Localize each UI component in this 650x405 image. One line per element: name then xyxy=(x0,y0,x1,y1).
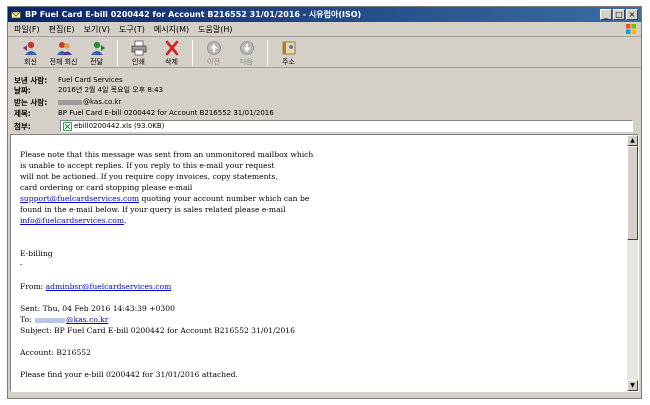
reply-all-icon xyxy=(56,42,72,55)
previous-button[interactable]: 이전 xyxy=(197,38,230,67)
to-line: To: @kas.co.kr xyxy=(20,315,109,324)
forward-icon xyxy=(90,41,105,55)
sent-line: Sent: Thu, 04 Feb 2016 14:43:39 +0300 xyxy=(20,304,175,313)
menu-view[interactable]: 보기(V) xyxy=(84,24,110,35)
arrow-down-icon xyxy=(239,41,254,55)
subject-line: Subject: BP Fuel Card E-bill 0200442 for… xyxy=(20,326,295,335)
address-book-icon xyxy=(282,41,295,55)
close-button[interactable]: × xyxy=(626,9,638,20)
maximize-button[interactable]: □ xyxy=(613,9,625,20)
from-row: 보낸 사람: Fuel Card Services xyxy=(14,75,123,85)
delete-x-icon xyxy=(165,40,178,56)
body-line: info@fuelcardservices.com. xyxy=(20,216,127,225)
mail-window: BP Fuel Card E-bill 0200442 for Account … xyxy=(7,6,642,399)
support-email-link[interactable]: support@fuelcardservices.com xyxy=(20,194,139,203)
info-email-link[interactable]: info@fuelcardservices.com xyxy=(20,216,124,225)
attachment-row: 첨부: xyxy=(14,121,58,131)
redacted-address xyxy=(35,317,66,323)
message-header: 보낸 사람: Fuel Card Services 날짜: 2016년 2월 4… xyxy=(8,69,641,132)
ebilling-heading: E-billing xyxy=(20,249,53,258)
attachment-label: 첨부: xyxy=(14,121,31,131)
redacted-recipient xyxy=(58,99,82,105)
message-body-pane[interactable]: Please note that this message was sent f… xyxy=(10,134,639,392)
body-line: found in the e-mail below. If your query… xyxy=(20,205,286,214)
windows-logo-icon xyxy=(626,24,636,34)
next-button[interactable]: 다음 xyxy=(230,38,263,67)
menu-edit[interactable]: 편집(E) xyxy=(49,24,75,35)
body-line: card ordering or card stopping please e-… xyxy=(20,183,193,192)
forward-from-line: From: adminbsr@fuelcardservices.com xyxy=(20,282,172,291)
recipient-email-link[interactable]: @kas.co.kr xyxy=(66,315,108,324)
dash-line: - xyxy=(20,260,23,269)
subject-value: BP Fuel Card E-bill 0200442 for Account … xyxy=(58,109,274,117)
scroll-thumb[interactable] xyxy=(627,146,638,240)
toolbar-separator xyxy=(267,40,268,66)
arrow-up-icon xyxy=(206,41,221,55)
print-button[interactable]: 인쇄 xyxy=(122,38,155,67)
account-line: Account: B216552 xyxy=(20,348,91,357)
date-row: 날짜: 2016년 2월 4일 목요일 오후 8:43 xyxy=(14,85,163,95)
subject-label: 제목: xyxy=(14,108,31,118)
title-bar[interactable]: BP Fuel Card E-bill 0200442 for Account … xyxy=(8,7,641,22)
admin-email-link[interactable]: adminbsr@fuelcardservices.com xyxy=(46,282,172,291)
printer-icon xyxy=(131,40,146,56)
find-line: Please find your e-bill 0200442 for 31/0… xyxy=(20,370,238,379)
window-controls: _ □ × xyxy=(600,9,638,20)
menu-file[interactable]: 파일(F) xyxy=(14,24,40,35)
toolbar-separator xyxy=(192,40,193,66)
menu-bar: 파일(F) 편집(E) 보기(V) 도구(T) 메시지(M) 도움말(H) xyxy=(8,23,641,37)
delete-button[interactable]: 삭제 xyxy=(155,38,188,67)
toolbar-separator xyxy=(117,40,118,66)
menu-message[interactable]: 메시지(M) xyxy=(154,24,189,35)
window-title: BP Fuel Card E-bill 0200442 for Account … xyxy=(25,10,362,19)
to-value[interactable]: @kas.co.kr xyxy=(83,98,121,106)
to-row: 받는 사람: @kas.co.kr xyxy=(14,97,121,107)
excel-file-icon xyxy=(63,121,72,131)
reply-icon xyxy=(22,41,37,55)
attachment-field[interactable]: ebill0200442.xls (93.0KB) xyxy=(60,120,633,132)
to-label: 받는 사람: xyxy=(14,97,48,107)
addresses-button[interactable]: 주소 xyxy=(272,38,305,67)
envelope-icon xyxy=(11,11,21,18)
body-line: will not be actioned. If you require cop… xyxy=(20,172,278,181)
subject-row: 제목: BP Fuel Card E-bill 0200442 for Acco… xyxy=(14,108,274,118)
reply-button[interactable]: 회신 xyxy=(14,38,47,67)
date-value: 2016년 2월 4일 목요일 오후 8:43 xyxy=(58,86,164,94)
from-value[interactable]: Fuel Card Services xyxy=(58,76,123,84)
minimize-button[interactable]: _ xyxy=(600,9,612,20)
body-line: Please note that this message was sent f… xyxy=(20,150,314,159)
menu-tools[interactable]: 도구(T) xyxy=(119,24,145,35)
vertical-scrollbar[interactable]: ▲ ▼ xyxy=(627,135,638,391)
scroll-down-button[interactable]: ▼ xyxy=(627,380,638,391)
body-line: is unable to accept replies. If you repl… xyxy=(20,161,275,170)
message-body: Please note that this message was sent f… xyxy=(20,149,620,380)
date-label: 날짜: xyxy=(14,85,31,95)
toolbar: 회신 전체 회신 전달 인쇄 삭제 이전 다음 주소 xyxy=(8,38,641,68)
scroll-up-button[interactable]: ▲ xyxy=(627,135,638,146)
forward-button[interactable]: 전달 xyxy=(80,38,113,67)
menu-help[interactable]: 도움말(H) xyxy=(198,24,232,35)
attachment-name[interactable]: ebill0200442.xls (93.0KB) xyxy=(74,122,164,130)
reply-all-button[interactable]: 전체 회신 xyxy=(47,38,80,67)
body-line: support@fuelcardservices.com quoting you… xyxy=(20,194,310,203)
